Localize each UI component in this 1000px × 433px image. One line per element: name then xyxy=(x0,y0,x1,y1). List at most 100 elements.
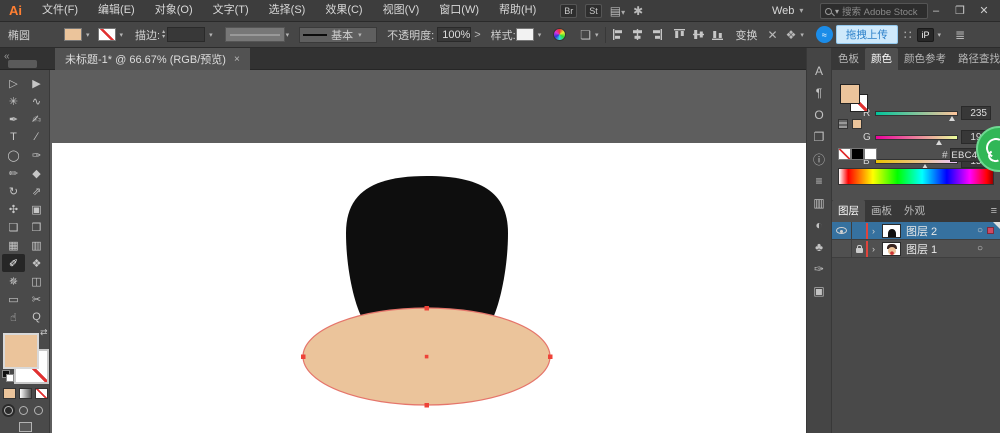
width-tool[interactable]: ✣ xyxy=(2,200,25,218)
align-bottom-icon[interactable] xyxy=(711,28,724,41)
expand-arrow-icon[interactable]: › xyxy=(872,226,882,236)
layer-row[interactable]: › 图层 2 ○ xyxy=(832,222,1000,240)
selection-tool[interactable]: ▷ xyxy=(2,74,25,92)
eraser-tool[interactable]: ◆ xyxy=(25,164,48,182)
stock-search-input[interactable]: ▾ 搜索 Adobe Stock xyxy=(820,3,928,19)
free-transform-tool[interactable]: ▣ xyxy=(25,200,48,218)
character-panel-icon[interactable]: A xyxy=(807,60,831,82)
lock-icon[interactable] xyxy=(856,248,863,253)
paintbrush-tool[interactable]: ✑ xyxy=(25,146,48,164)
layer-thumbnail[interactable] xyxy=(882,242,901,256)
tab-appearance[interactable]: 外观 xyxy=(898,200,931,222)
color-spectrum-bar[interactable] xyxy=(838,168,994,185)
color-fill-proxy[interactable] xyxy=(840,84,860,104)
mesh-tool[interactable]: ▦ xyxy=(2,236,25,254)
workspace-switcher[interactable]: iP▾ xyxy=(917,28,941,42)
stroke-weight-stepper[interactable]: ▴▾ xyxy=(162,30,165,40)
blend-tool[interactable]: ❖ xyxy=(25,254,48,272)
brushes-panel-icon[interactable]: ✑ xyxy=(807,258,831,280)
stroke-panel-icon[interactable]: ≡ xyxy=(807,170,831,192)
opentype-panel-icon[interactable]: O xyxy=(807,104,831,126)
gradient-mode-button[interactable] xyxy=(19,388,32,399)
line-segment-tool[interactable]: ∕ xyxy=(25,128,48,146)
target-circle-icon[interactable]: ○ xyxy=(977,243,983,254)
transform-link[interactable]: 变换 xyxy=(736,27,758,43)
arrange-documents-icon[interactable]: ▤▾ xyxy=(610,4,625,18)
none-mode-button[interactable] xyxy=(35,388,48,399)
document-tab[interactable]: 未标题-1* @ 66.67% (RGB/预览) × xyxy=(55,48,250,70)
bridge-icon[interactable]: Br xyxy=(560,4,577,18)
magic-wand-tool[interactable]: ✳ xyxy=(2,92,25,110)
visibility-eye-icon[interactable] xyxy=(836,227,847,234)
graphic-styles-panel-icon[interactable]: ▣ xyxy=(807,280,831,302)
libraries-panel-icon[interactable]: ❐ xyxy=(807,126,831,148)
style-dropdown[interactable]: ▾ xyxy=(516,28,542,41)
screen-mode-button[interactable] xyxy=(19,422,32,432)
layer-name[interactable]: 图层 2 xyxy=(906,223,977,239)
rotate-tool[interactable]: ↻ xyxy=(2,182,25,200)
panel-list-icon[interactable]: ≣ xyxy=(955,28,965,42)
slider-handle[interactable] xyxy=(949,116,955,121)
menu-type[interactable]: 文字(T) xyxy=(203,0,259,21)
close-button[interactable]: ✕ xyxy=(972,0,996,21)
info-panel-icon[interactable]: ⓘ xyxy=(807,148,831,170)
menu-file[interactable]: 文件(F) xyxy=(32,0,88,21)
tab-swatches[interactable]: 色板 xyxy=(832,48,865,70)
swap-fill-stroke-icon[interactable]: ⇄ xyxy=(40,327,48,338)
anchor-bottom[interactable] xyxy=(425,403,430,408)
tab-color-guide[interactable]: 颜色参考 xyxy=(898,48,952,70)
perspective-grid-tool[interactable]: ❒ xyxy=(25,218,48,236)
pencil-tool[interactable]: ✏ xyxy=(2,164,25,182)
align-right-icon[interactable] xyxy=(650,28,663,41)
drag-upload-button[interactable]: 拖拽上传 xyxy=(836,25,898,44)
eyedropper-tool[interactable]: ✐ xyxy=(2,254,25,272)
graph-tool[interactable]: ◫ xyxy=(25,272,48,290)
type-tool[interactable]: T xyxy=(2,128,25,146)
gradient-panel-icon[interactable]: ▥ xyxy=(807,192,831,214)
artboard-tool[interactable]: ▭ xyxy=(2,290,25,308)
none-color-swatch[interactable] xyxy=(838,148,851,160)
draw-inside-button[interactable] xyxy=(34,406,43,415)
align-top-icon[interactable] xyxy=(673,28,686,41)
variable-width-profile-dropdown[interactable] xyxy=(225,27,285,42)
tab-color[interactable]: 颜色 xyxy=(865,48,898,70)
head-shape[interactable] xyxy=(346,176,508,320)
document-setup-dropdown[interactable]: ❏▾ xyxy=(580,28,598,42)
pen-tool[interactable]: ✒ xyxy=(2,110,25,128)
tab-layers[interactable]: 图层 xyxy=(832,200,865,222)
anchor-right[interactable] xyxy=(548,355,553,360)
fill-color-well[interactable] xyxy=(3,333,39,369)
white-swatch[interactable] xyxy=(864,148,877,160)
lasso-tool[interactable]: ∿ xyxy=(25,92,48,110)
layers-panel-menu-icon[interactable]: ≡ xyxy=(991,205,997,217)
slider-value-input[interactable]: 235 xyxy=(961,106,991,120)
symbols-panel-icon[interactable]: ♣ xyxy=(807,236,831,258)
stroke-color-dropdown[interactable]: ▾ xyxy=(98,28,124,41)
shape-mode-dropdown[interactable]: ❖▾ xyxy=(786,28,804,42)
close-tab-icon[interactable]: × xyxy=(234,54,240,65)
zoom-tool[interactable]: Q xyxy=(25,308,48,326)
layer-name[interactable]: 图层 1 xyxy=(906,241,977,257)
layer-thumbnail[interactable] xyxy=(882,224,901,238)
restore-button[interactable]: ❐ xyxy=(948,0,972,21)
expand-arrow-icon[interactable]: › xyxy=(872,244,882,254)
anchor-top[interactable] xyxy=(425,306,430,311)
document-profile-dropdown[interactable]: Web▾ xyxy=(772,0,803,21)
scale-tool[interactable]: ⇗ xyxy=(25,182,48,200)
tab-artboards[interactable]: 画板 xyxy=(865,200,898,222)
slice-tool[interactable]: ✂ xyxy=(25,290,48,308)
slider-handle[interactable] xyxy=(936,140,942,145)
isolate-icon[interactable]: ✕ xyxy=(768,28,778,42)
canvas[interactable] xyxy=(50,70,806,433)
tools-panel-grip[interactable] xyxy=(8,60,37,68)
anchor-left[interactable] xyxy=(301,355,306,360)
menu-window[interactable]: 窗口(W) xyxy=(429,0,489,21)
menu-object[interactable]: 对象(O) xyxy=(145,0,203,21)
draw-normal-button[interactable] xyxy=(4,406,13,415)
black-swatch[interactable] xyxy=(851,148,864,160)
curvature-tool[interactable]: ✍ xyxy=(25,110,48,128)
target-circle-icon[interactable]: ○ xyxy=(977,225,983,236)
menu-view[interactable]: 视图(V) xyxy=(373,0,430,21)
ellipse-tool[interactable]: ◯ xyxy=(2,146,25,164)
align-v-center-icon[interactable] xyxy=(692,28,705,41)
